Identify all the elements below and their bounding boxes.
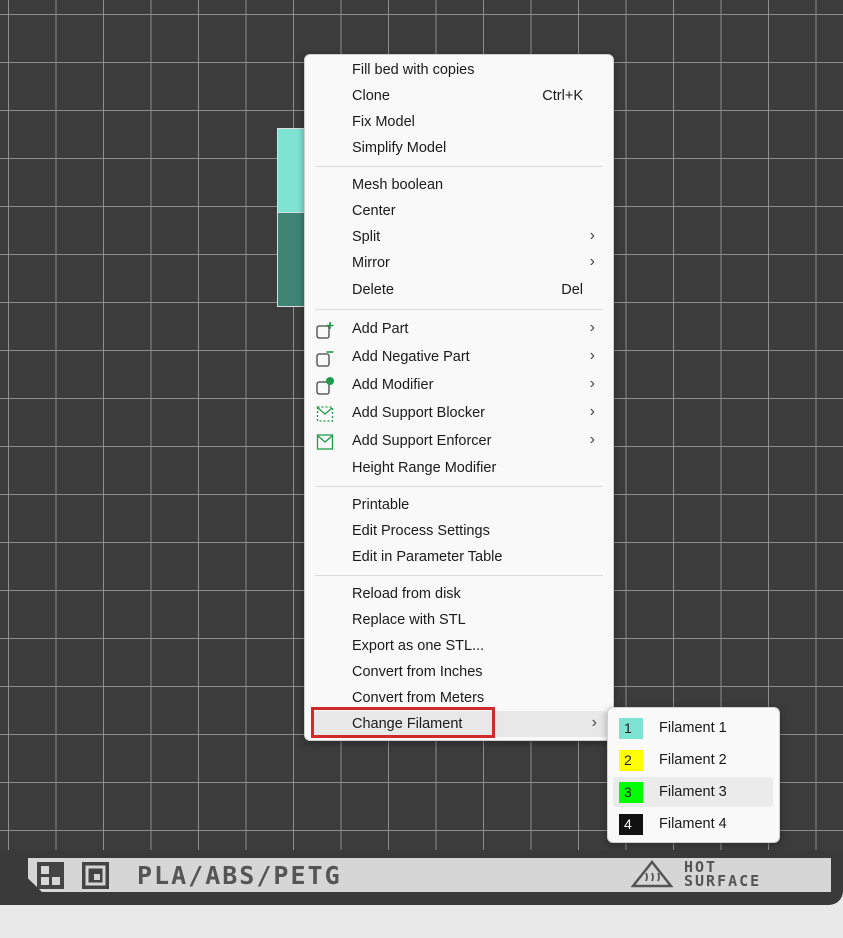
menu-item-label: Convert from Inches (352, 664, 483, 680)
menu-item-label: Add Negative Part (352, 349, 470, 365)
menu-item-label: Height Range Modifier (352, 460, 497, 476)
filament-swatch: 2 (619, 750, 643, 771)
menu-item-label: Printable (352, 497, 410, 513)
menu-separator (315, 575, 603, 576)
filament-item-3[interactable]: 3 Filament 3 (613, 777, 773, 807)
menu-separator (315, 486, 603, 487)
menu-item-add-negative-part[interactable]: Add Negative Part › (305, 346, 613, 370)
menu-item-add-support-blocker[interactable]: Add Support Blocker › (305, 402, 613, 426)
menu-item-clone[interactable]: Clone Ctrl+K (305, 85, 613, 109)
menu-item-replace-with-stl[interactable]: Replace with STL (305, 609, 613, 633)
menu-item-label: Mirror (352, 255, 390, 271)
menu-item-label: Mesh boolean (352, 177, 444, 193)
menu-item-convert-from-inches[interactable]: Convert from Inches (305, 661, 613, 685)
chevron-right-icon: › (591, 714, 597, 731)
menu-item-fill-bed[interactable]: Fill bed with copies (305, 59, 613, 83)
menu-item-label: Delete (352, 282, 394, 298)
menu-item-label: Fill bed with copies (352, 62, 475, 78)
menu-item-edit-parameter-table[interactable]: Edit in Parameter Table (305, 546, 613, 570)
hot-surface-label: HOT SURFACE (684, 860, 762, 890)
support-enforcer-icon (316, 433, 334, 451)
filament-swatch: 1 (619, 718, 643, 739)
menu-item-label: Add Support Blocker (352, 405, 485, 421)
filament-swatch: 3 (619, 782, 643, 803)
support-blocker-icon (316, 405, 334, 423)
menu-item-height-range-modifier[interactable]: Height Range Modifier (305, 457, 613, 481)
filament-item-4[interactable]: 4 Filament 4 (613, 809, 773, 839)
menu-item-label: Export as one STL... (352, 638, 485, 654)
hot-surface-line2: SURFACE (684, 872, 762, 890)
filament-submenu: 1 Filament 1 2 Filament 2 3 Filament 3 4… (607, 707, 780, 843)
menu-item-fix-model[interactable]: Fix Model (305, 111, 613, 135)
chevron-right-icon: › (589, 227, 595, 244)
menu-item-export-one-stl[interactable]: Export as one STL... (305, 635, 613, 659)
menu-item-label: Split (352, 229, 381, 245)
menu-item-label: Reload from disk (352, 586, 461, 602)
filament-label: Filament 4 (659, 816, 727, 832)
filament-label: Filament 2 (659, 752, 727, 768)
chevron-right-icon: › (589, 253, 595, 270)
menu-item-shortcut: Ctrl+K (542, 88, 583, 104)
add-part-icon (316, 321, 334, 339)
menu-item-label: Clone (352, 88, 390, 104)
menu-item-mesh-boolean[interactable]: Mesh boolean (305, 174, 613, 198)
menu-item-reload-from-disk[interactable]: Reload from disk (305, 583, 613, 607)
menu-item-mirror[interactable]: Mirror › (305, 252, 613, 276)
menu-item-label: Center (352, 203, 396, 219)
menu-item-label: Fix Model (352, 114, 415, 130)
chevron-right-icon: › (589, 319, 595, 336)
menu-item-shortcut: Del (561, 282, 583, 298)
hot-surface-warning-icon (630, 859, 674, 888)
menu-item-label: Add Support Enforcer (352, 433, 492, 449)
filament-label: Filament 3 (659, 784, 727, 800)
chevron-right-icon: › (589, 431, 595, 448)
menu-item-label: Edit Process Settings (352, 523, 490, 539)
menu-separator (315, 309, 603, 310)
menu-item-center[interactable]: Center (305, 200, 613, 224)
filament-swatch: 4 (619, 814, 643, 835)
annotation-highlight-box (311, 707, 495, 738)
menu-item-add-support-enforcer[interactable]: Add Support Enforcer › (305, 430, 613, 454)
menu-item-printable[interactable]: Printable (305, 494, 613, 518)
add-negative-part-icon (316, 349, 334, 367)
menu-item-delete[interactable]: Delete Del (305, 279, 613, 303)
plate-type-icon (82, 862, 109, 889)
add-modifier-icon (316, 377, 334, 395)
menu-item-label: Add Modifier (352, 377, 434, 393)
chevron-right-icon: › (589, 347, 595, 364)
chevron-right-icon: › (589, 403, 595, 420)
menu-item-add-modifier[interactable]: Add Modifier › (305, 374, 613, 398)
menu-item-add-part[interactable]: Add Part › (305, 318, 613, 342)
menu-item-label: Simplify Model (352, 140, 447, 156)
filament-item-1[interactable]: 1 Filament 1 (613, 713, 773, 743)
chevron-right-icon: › (589, 375, 595, 392)
menu-item-label: Edit in Parameter Table (352, 549, 503, 565)
menu-item-label: Replace with STL (352, 612, 466, 628)
menu-item-label: Add Part (352, 321, 409, 337)
object-context-menu: Fill bed with copies Clone Ctrl+K Fix Mo… (304, 54, 614, 741)
menu-item-label: Convert from Meters (352, 690, 485, 706)
menu-item-simplify-model[interactable]: Simplify Model (305, 137, 613, 161)
plate-logo-icon (37, 862, 64, 889)
plate-material-label: PLA/ABS/PETG (137, 861, 342, 890)
filament-item-2[interactable]: 2 Filament 2 (613, 745, 773, 775)
menu-item-edit-process-settings[interactable]: Edit Process Settings (305, 520, 613, 544)
filament-label: Filament 1 (659, 720, 727, 736)
menu-separator (315, 166, 603, 167)
menu-item-split[interactable]: Split › (305, 226, 613, 250)
